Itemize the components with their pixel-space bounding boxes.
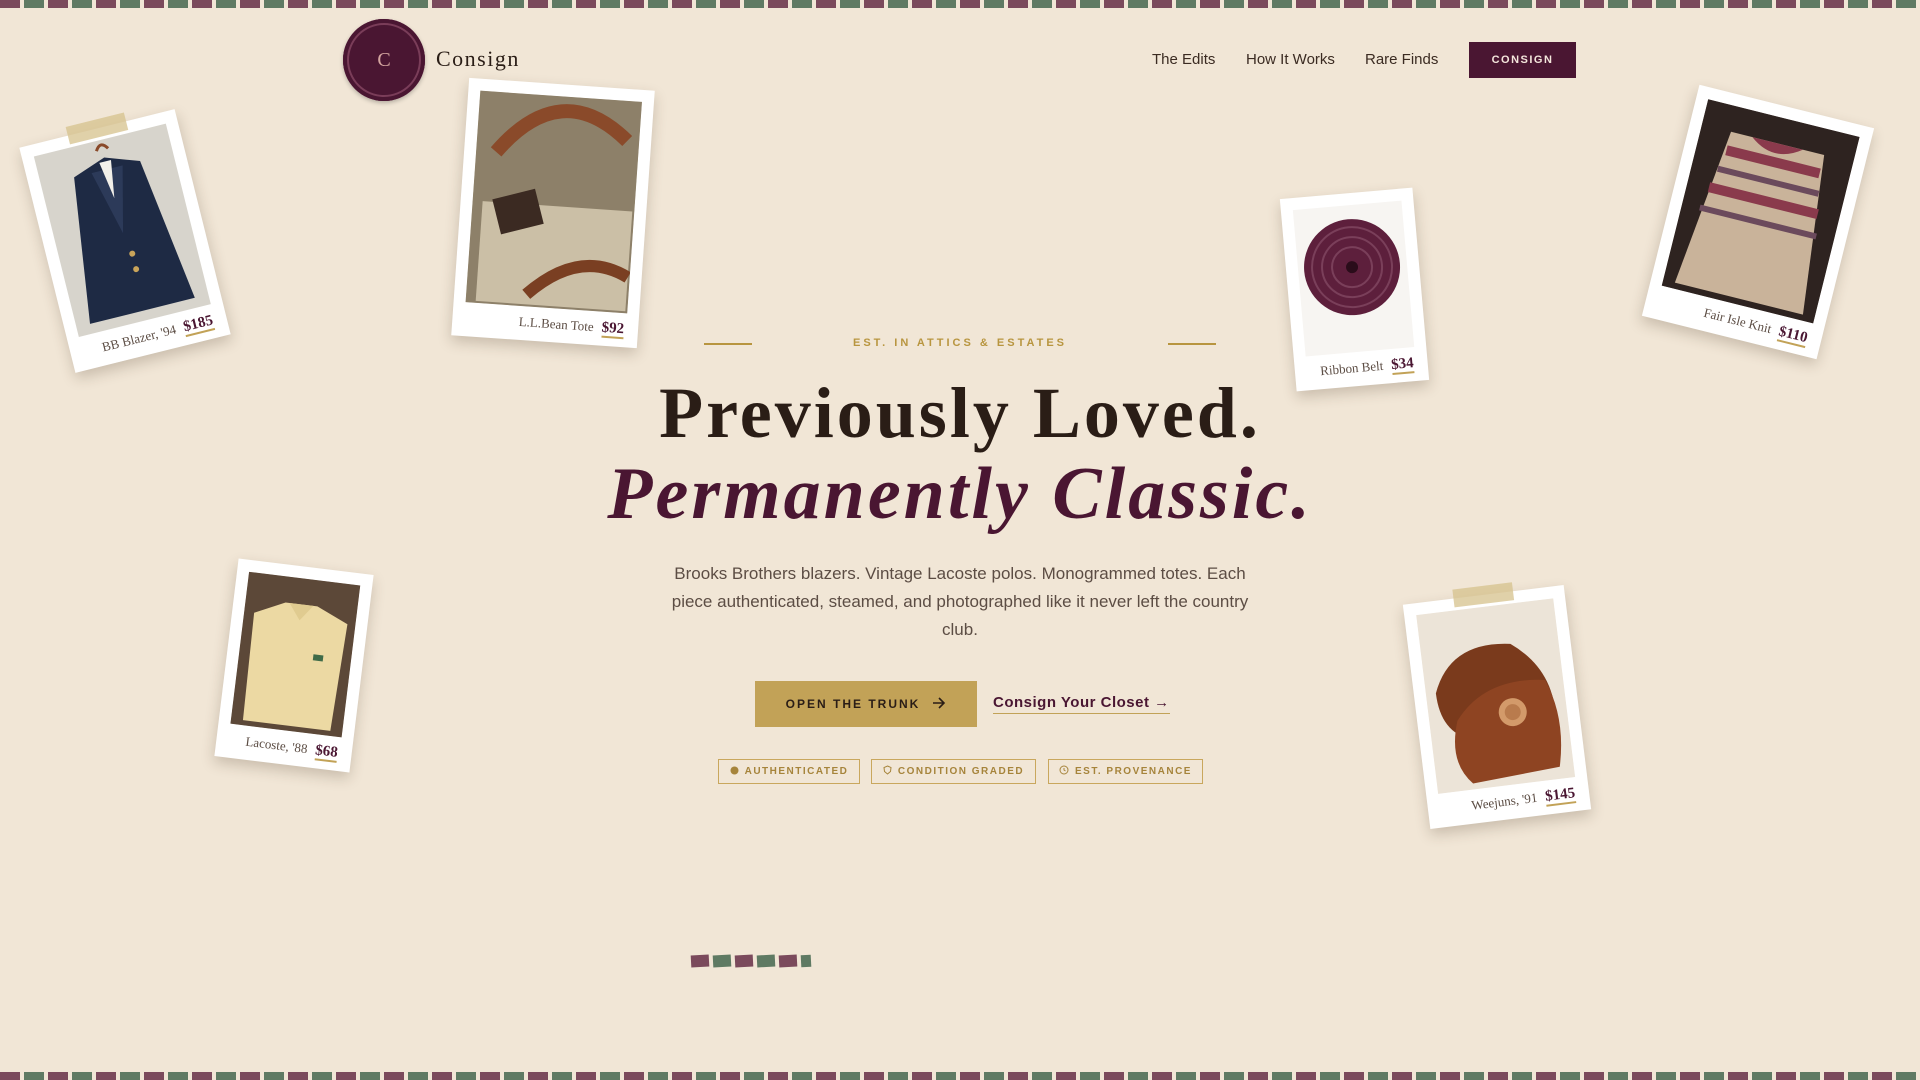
swatch	[800, 954, 812, 968]
item-price: $68	[314, 742, 339, 763]
loafers-photo	[1416, 598, 1576, 794]
polaroid-lacoste[interactable]: Lacoste, '88 $68	[214, 558, 374, 773]
polaroid-ribbon-belt[interactable]: Ribbon Belt $34	[1279, 187, 1430, 392]
badge-label: AUTHENTICATED	[744, 766, 849, 777]
nav-rare-finds[interactable]: Rare Finds	[1365, 51, 1438, 68]
polaroid-caption: Lacoste, '88 $68	[215, 730, 339, 763]
knit-photo	[1661, 99, 1860, 324]
belt-photo	[1292, 200, 1415, 357]
swatch	[712, 954, 732, 968]
item-name: Lacoste, '88	[244, 733, 309, 757]
item-price: $145	[1544, 785, 1577, 807]
badge-authenticated: AUTHENTICATED	[718, 759, 860, 784]
nav-how-it-works[interactable]: How It Works	[1246, 51, 1335, 68]
swatch	[734, 954, 754, 968]
item-price: $185	[181, 312, 216, 338]
item-name: L.L.Bean Tote	[518, 313, 595, 335]
open-the-trunk-button[interactable]: OPEN THE TRUNK	[755, 681, 977, 727]
swatch	[778, 954, 798, 968]
eyebrow-rule-right	[1168, 343, 1216, 345]
item-name: Weejuns, '91	[1470, 789, 1539, 813]
polo-photo	[230, 571, 361, 738]
tote-photo	[465, 90, 642, 314]
shield-icon	[883, 765, 892, 778]
badge-label: EST. PROVENANCE	[1075, 766, 1192, 777]
seal-icon	[730, 766, 739, 778]
headline-primary: Previously Loved.	[659, 373, 1261, 453]
badge-condition-graded: CONDITION GRADED	[871, 759, 1036, 784]
logo-badge[interactable]: C	[343, 19, 425, 101]
swatch	[756, 954, 776, 968]
polaroid-weejuns[interactable]: Weejuns, '91 $145	[1402, 582, 1592, 830]
swatch	[690, 954, 710, 968]
open-the-trunk-label: OPEN THE TRUNK	[785, 697, 921, 711]
badge-label: CONDITION GRADED	[897, 766, 1025, 777]
nav-the-edits[interactable]: The Edits	[1152, 51, 1215, 68]
polaroid-blazer[interactable]: BB Blazer, '94 $185	[19, 109, 231, 373]
decorative-swatch-strip	[690, 954, 812, 968]
brand-name[interactable]: Consign	[436, 46, 520, 72]
consign-button[interactable]: CONSIGN	[1469, 42, 1576, 78]
consign-your-closet-link[interactable]: Consign Your Closet →	[993, 694, 1170, 714]
headline-secondary: Permanently Classic.	[607, 453, 1313, 535]
polaroid-fair-isle[interactable]: Fair Isle Knit $110	[1641, 84, 1875, 360]
badge-provenance: EST. PROVENANCE	[1048, 759, 1203, 784]
blazer-photo	[33, 123, 211, 338]
arrow-right-icon	[932, 696, 946, 712]
hero-description: Brooks Brothers blazers. Vintage Lacoste…	[671, 564, 1249, 639]
polaroid-caption: L.L.Bean Tote $92	[452, 309, 625, 340]
top-ribbon-border	[0, 0, 1920, 8]
clock-icon	[1059, 765, 1069, 778]
bottom-ribbon-border	[0, 1072, 1920, 1080]
logo-letter: C	[377, 48, 391, 71]
polaroid-tote[interactable]: L.L.Bean Tote $92	[451, 77, 655, 349]
eyebrow: EST. IN ATTICS & ESTATES	[853, 337, 1067, 349]
